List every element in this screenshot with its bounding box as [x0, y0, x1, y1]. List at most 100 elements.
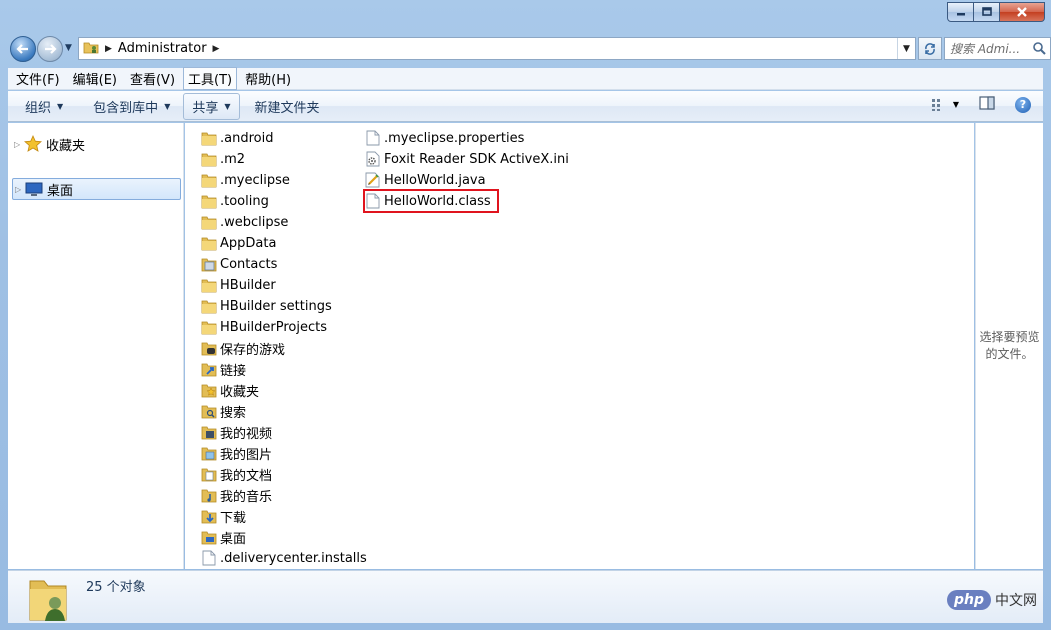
search-box[interactable]: [944, 37, 1051, 60]
preview-pane-icon: [979, 96, 995, 110]
file-item[interactable]: HelloWorld.java: [365, 170, 486, 190]
preview-message: 选择要预览的文件。: [979, 330, 1040, 361]
view-controls: ▼ ?: [931, 96, 1031, 113]
close-icon: [1017, 7, 1027, 17]
favorites-folder-icon: [201, 382, 217, 398]
folder-item[interactable]: 搜索: [201, 401, 246, 421]
java-file-icon: [365, 172, 381, 188]
folder-icon: [201, 277, 217, 293]
folder-item[interactable]: 我的音乐: [201, 485, 272, 505]
folder-item[interactable]: 保存的游戏: [201, 338, 285, 358]
file-list: .android .m2 .myeclipse .tooling .webclipse A…: [185, 123, 974, 569]
search-icon[interactable]: [1032, 41, 1047, 59]
nav-favorites-label: 收藏夹: [46, 138, 86, 154]
folder-item[interactable]: .android: [201, 128, 273, 148]
explorer-window: ▼ ▶ Administrator ▶ ▼ 文件(F) 编辑(E) 查看(V) …: [0, 0, 1051, 630]
folder-item[interactable]: HBuilderProjects: [201, 317, 327, 337]
folder-item[interactable]: 链接: [201, 359, 246, 379]
menu-help[interactable]: 帮助(H): [240, 67, 296, 90]
pictures-folder-icon: [201, 445, 217, 461]
file-item[interactable]: HelloWorld.class: [363, 189, 499, 213]
item-name: HBuilderProjects: [220, 319, 328, 335]
item-name: 搜索: [220, 405, 247, 421]
menu-bar: 文件(F) 编辑(E) 查看(V) 工具(T) 帮助(H): [8, 67, 1043, 90]
file-icon: [365, 193, 381, 209]
file-item[interactable]: .myeclipse.properties: [365, 128, 524, 148]
folder-item[interactable]: .myeclipse: [201, 170, 290, 190]
downloads-folder-icon: [201, 508, 217, 524]
item-name: HBuilder settings: [220, 298, 332, 314]
contacts-folder-icon: [201, 256, 217, 272]
menu-edit[interactable]: 编辑(E): [68, 67, 122, 90]
breadcrumb-administrator[interactable]: Administrator: [118, 41, 207, 56]
user-folder-icon: [83, 39, 99, 58]
breadcrumb-chevron-icon[interactable]: ▶: [213, 44, 220, 54]
item-name: 收藏夹: [220, 384, 260, 400]
close-button[interactable]: [1000, 2, 1045, 22]
item-name: HelloWorld.java: [384, 172, 486, 188]
refresh-button[interactable]: [918, 37, 942, 60]
navigation-pane: ▷ 收藏夹 ▷ 桌面: [8, 123, 184, 569]
nav-item-favorites[interactable]: ▷ 收藏夹: [14, 133, 85, 155]
folder-item[interactable]: AppData: [201, 233, 276, 253]
folder-icon: [201, 151, 217, 167]
menu-file[interactable]: 文件(F): [11, 67, 65, 90]
address-history-dropdown[interactable]: ▼: [897, 38, 915, 59]
recent-pages-dropdown[interactable]: ▼: [65, 43, 72, 53]
item-name: 我的文档: [220, 468, 273, 484]
address-bar[interactable]: ▶ Administrator ▶ ▼: [78, 37, 916, 60]
links-folder-icon: [201, 361, 217, 377]
folder-item[interactable]: 收藏夹: [201, 380, 259, 400]
folder-item[interactable]: 下载: [201, 506, 246, 526]
folder-icon: [201, 172, 217, 188]
folder-item[interactable]: 桌面: [201, 527, 246, 547]
nav-item-desktop[interactable]: ▷ 桌面: [12, 178, 181, 200]
folder-item[interactable]: 我的图片: [201, 443, 272, 463]
documents-folder-icon: [201, 466, 217, 482]
folder-icon: [201, 214, 217, 230]
preview-pane-toggle[interactable]: [979, 96, 995, 113]
item-name: .tooling: [220, 193, 269, 209]
folder-item[interactable]: 我的视频: [201, 422, 272, 442]
folder-item[interactable]: .m2: [201, 149, 245, 169]
folder-item[interactable]: .webclipse: [201, 212, 288, 232]
file-item[interactable]: .deliverycenter.installs: [201, 548, 367, 568]
search-input[interactable]: [950, 41, 1038, 56]
change-view-button[interactable]: ▼: [931, 98, 959, 112]
include-in-library-button[interactable]: 包含到库中 ▼: [84, 93, 179, 120]
item-name: 我的图片: [220, 447, 273, 463]
expand-arrow-icon[interactable]: ▷: [15, 185, 25, 194]
maximize-button[interactable]: [974, 2, 1000, 22]
refresh-icon: [925, 42, 935, 55]
watermark-logo: php: [946, 590, 991, 610]
folder-item[interactable]: 我的文档: [201, 464, 272, 484]
games-folder-icon: [201, 340, 217, 356]
folder-item[interactable]: Contacts: [201, 254, 277, 274]
expand-arrow-icon[interactable]: ▷: [14, 140, 24, 149]
dropdown-arrow-icon: ▼: [224, 101, 231, 111]
folder-icon: [201, 319, 217, 335]
minimize-button[interactable]: [947, 2, 974, 22]
menu-tools[interactable]: 工具(T): [183, 67, 238, 90]
folder-icon: [201, 298, 217, 314]
organize-button[interactable]: 组织 ▼: [16, 93, 72, 120]
videos-folder-icon: [201, 424, 217, 440]
new-folder-button[interactable]: 新建文件夹: [246, 93, 329, 120]
details-pane: 25 个对象: [8, 570, 1043, 623]
maximize-icon: [981, 7, 992, 16]
dropdown-arrow-icon: ▼: [57, 101, 64, 111]
include-in-library-label: 包含到库中: [93, 100, 159, 116]
star-icon: [24, 135, 42, 152]
minimize-icon: [956, 13, 965, 16]
folder-item[interactable]: HBuilder: [201, 275, 276, 295]
forward-button[interactable]: [37, 36, 63, 62]
item-name: .myeclipse: [220, 172, 290, 188]
menu-view[interactable]: 查看(V): [125, 67, 180, 90]
search-folder-icon: [201, 403, 217, 419]
folder-item[interactable]: HBuilder settings: [201, 296, 332, 316]
back-button[interactable]: [10, 36, 36, 62]
file-item[interactable]: Foxit Reader SDK ActiveX.ini: [365, 149, 569, 169]
help-icon[interactable]: ?: [1015, 96, 1031, 113]
share-button[interactable]: 共享 ▼: [183, 92, 240, 120]
folder-item[interactable]: .tooling: [201, 191, 269, 211]
